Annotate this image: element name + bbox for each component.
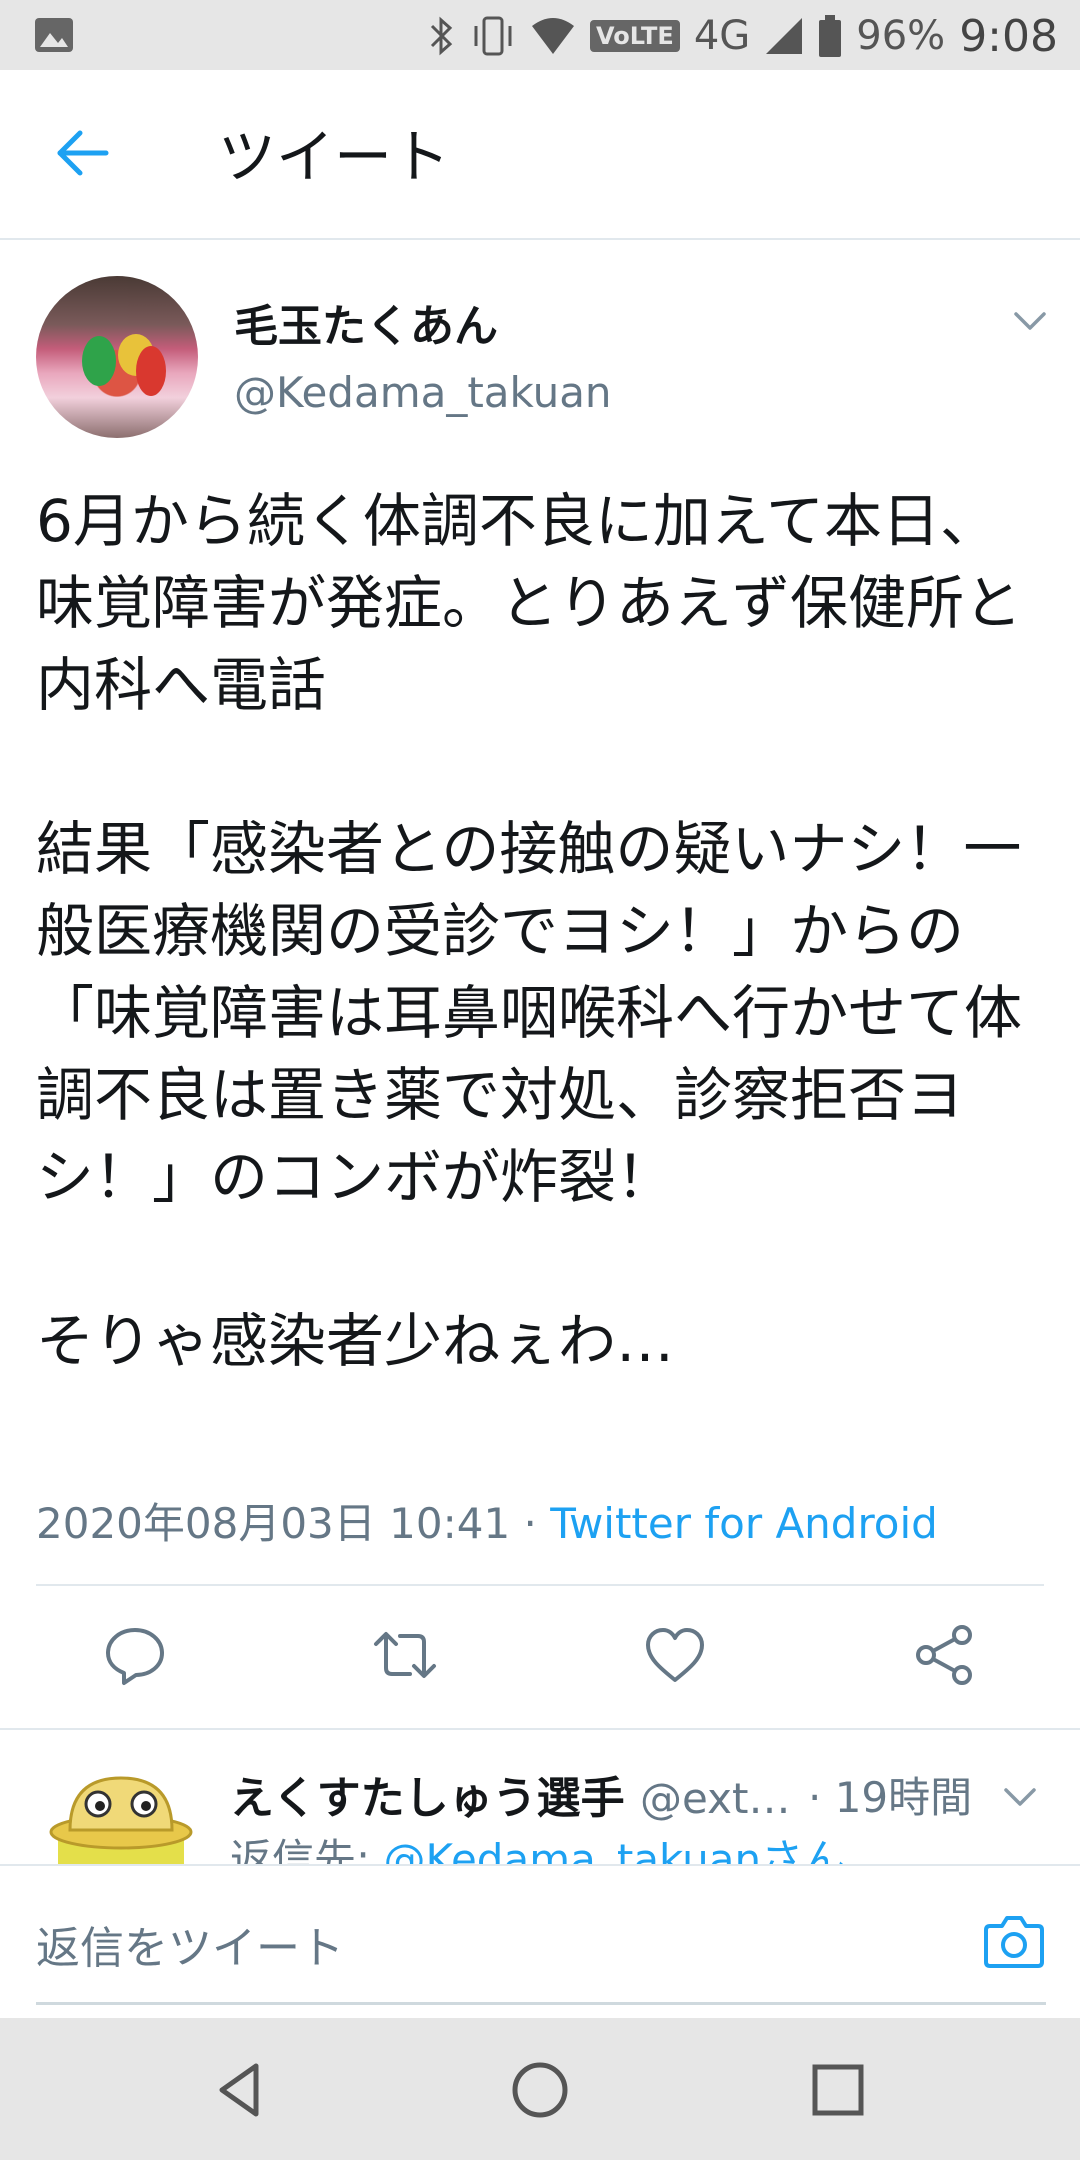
chevron-down-icon[interactable] [1000,1782,1040,1810]
divider [0,1864,1080,1866]
tweet-meta: 2020年08月03日 10:41 · Twitter for Android [36,1490,938,1551]
page-title: ツイート [218,123,451,191]
battery-percent: 96% [856,13,946,59]
recents-icon[interactable] [806,2058,870,2122]
tweet-timestamp: 2020年08月03日 10:41 [36,1499,511,1548]
reply-to: 返信先: @Kedama_takuanさん [230,1826,845,1866]
action-bar [0,1620,1080,1696]
battery-icon [819,15,842,57]
back-icon[interactable] [210,2058,274,2122]
clock: 9:08 [959,10,1058,62]
comment-icon[interactable] [100,1620,170,1690]
signal-icon [766,18,803,54]
reply-author[interactable]: えくすたしゅう選手 @ext… [230,1762,790,1826]
share-icon[interactable] [910,1620,980,1690]
network-type: 4G [693,13,751,59]
avatar[interactable] [36,276,198,438]
bluetooth-icon [430,16,453,56]
reply-item[interactable]: えくすたしゅう選手 @ext… · 19時間 返信先: @Kedama_taku… [0,1730,1080,1866]
reply-to-prefix: 返信先: [230,1835,384,1866]
app-bar: ツイート [0,70,1080,240]
camera-icon[interactable] [982,1910,1046,1970]
tweet-source-link[interactable]: Twitter for Android [550,1499,938,1548]
reply-to-mention[interactable]: @Kedama_takuanさん [384,1835,846,1866]
reply-time: · 19時間 [808,1773,973,1822]
reply-avatar[interactable] [46,1760,196,1866]
home-icon[interactable] [508,2058,572,2122]
display-name[interactable]: 毛玉たくあん [234,290,498,354]
reply-input[interactable]: 返信をツイート [36,1912,344,1976]
volte-badge: VoLTE [589,20,680,52]
heart-icon[interactable] [640,1620,710,1690]
back-arrow-icon[interactable] [52,122,114,184]
wifi-icon [531,18,574,54]
retweet-icon[interactable] [370,1620,440,1690]
tweet-text: 6月から続く体調不良に加えて本日、味覚障害が発症。とりあえず保健所と内科へ電話 … [36,487,1023,1375]
vibrate-icon [474,16,512,56]
divider [36,1584,1044,1586]
status-bar: VoLTE 4G 96% 9:08 [0,0,1080,70]
user-handle[interactable]: @Kedama_takuan [234,368,612,417]
reply-display-name: えくすたしゅう選手 [230,1773,625,1824]
reply-handle: @ext… [640,1774,791,1823]
image-notification-icon [35,18,73,52]
chevron-down-icon[interactable] [1010,306,1050,334]
reply-compose[interactable]: 返信をツイート [36,1906,1046,2005]
meta-separator: · [510,1499,551,1548]
system-nav-bar [0,2018,1080,2160]
